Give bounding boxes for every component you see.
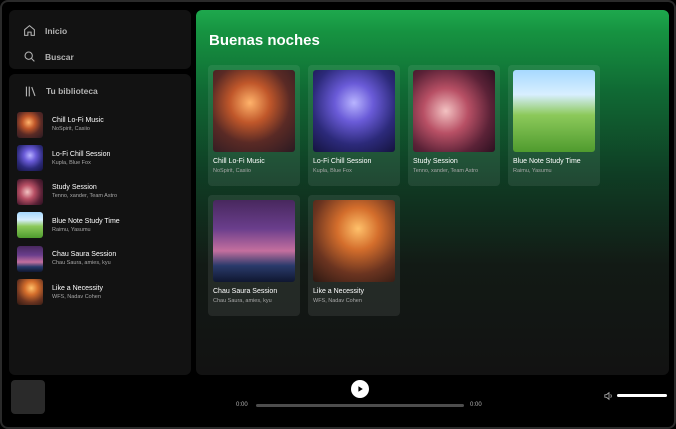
playlist-card-name: Lo-Fi Chill Session [313, 158, 372, 165]
page-title: Buenas noches [209, 32, 320, 49]
playlist-card-name: Chill Lo-Fi Music [213, 158, 265, 165]
play-icon [358, 386, 363, 392]
nav-search[interactable]: Buscar [23, 45, 177, 68]
library-item-artists: Kupla, Blue Fox [52, 159, 91, 166]
library-item[interactable]: Chau Saura Session Chau Saura, amies, ky… [17, 242, 183, 276]
main-view: Buenas noches Chill Lo-Fi Music NoSpirit… [196, 10, 669, 375]
library-item[interactable]: Blue Note Study Time Raimu, Yasumu [17, 209, 183, 243]
nav-panel: Inicio Buscar [9, 10, 191, 69]
library-item-name: Study Session [52, 184, 97, 192]
time-total: 0:00 [470, 402, 482, 408]
now-playing-cover [11, 380, 45, 414]
library-item-artists: NoSpirit, Casiio [52, 126, 90, 133]
library-item[interactable]: Study Session Tenno, xander, Team Astro [17, 175, 183, 209]
playlist-card[interactable]: Chau Saura Session Chau Saura, amies, ky… [208, 195, 300, 316]
nav-home-label: Inicio [45, 25, 68, 36]
playlist-card-name: Chau Saura Session [213, 288, 278, 295]
playlist-card-artists: Tenno, xander, Team Astro [413, 168, 479, 174]
playlist-card-cover [313, 200, 395, 282]
player-bar: 0:00 0:00 [0, 376, 676, 429]
library-item[interactable]: Lo-Fi Chill Session Kupla, Blue Fox [17, 142, 183, 176]
library-item-cover [17, 145, 43, 172]
playlist-card-artists: WFS, Nadav Cohen [313, 298, 362, 304]
library-item-cover [17, 245, 43, 272]
playlist-card-cover [213, 70, 295, 152]
library-item-cover [17, 279, 43, 306]
search-icon [24, 51, 35, 62]
progress-bar[interactable] [256, 404, 464, 407]
playlist-card-cover [213, 200, 295, 282]
library-item-cover [17, 178, 43, 205]
nav-search-label: Buscar [45, 51, 74, 62]
library-item-name: Chau Saura Session [52, 251, 117, 259]
library-item-name: Chill Lo-Fi Music [52, 117, 104, 125]
playlist-card-name: Blue Note Study Time [513, 158, 581, 165]
playlist-card-artists: Kupla, Blue Fox [313, 168, 352, 174]
playlist-card-artists: NoSpirit, Casiio [213, 168, 251, 174]
library-item[interactable]: Like a Necessity WFS, Nadav Cohen [17, 276, 183, 310]
library-item-name: Blue Note Study Time [52, 217, 120, 225]
library-item-name: Like a Necessity [52, 284, 103, 292]
library-item-artists: Tenno, xander, Team Astro [52, 193, 118, 200]
library-item-artists: Raimu, Yasumu [52, 226, 91, 233]
library-item-artists: Chau Saura, amies, kyu [52, 260, 111, 267]
library-header[interactable]: Tu biblioteca [17, 82, 183, 100]
library-panel: Tu biblioteca Chill Lo-Fi Music NoSpirit… [9, 74, 191, 375]
playlist-card[interactable]: Chill Lo-Fi Music NoSpirit, Casiio [208, 65, 300, 186]
library-item-name: Lo-Fi Chill Session [52, 150, 111, 158]
volume-icon[interactable] [604, 391, 614, 401]
play-button[interactable] [351, 380, 369, 398]
library-item-artists: WFS, Nadav Cohen [52, 293, 101, 300]
home-icon [24, 24, 35, 36]
nav-home[interactable]: Inicio [23, 19, 177, 42]
library-item-cover [17, 212, 43, 239]
playlist-grid: Chill Lo-Fi Music NoSpirit, Casiio Lo-Fi… [208, 65, 657, 316]
library-icon [25, 86, 36, 96]
playlist-card-name: Study Session [413, 158, 458, 165]
library-title: Tu biblioteca [46, 86, 98, 96]
playlist-card[interactable]: Lo-Fi Chill Session Kupla, Blue Fox [308, 65, 400, 186]
playlist-card[interactable]: Blue Note Study Time Raimu, Yasumu [508, 65, 600, 186]
playlist-card[interactable]: Study Session Tenno, xander, Team Astro [408, 65, 500, 186]
playlist-card-name: Like a Necessity [313, 288, 364, 295]
playlist-card-cover [513, 70, 595, 152]
library-item-cover [17, 111, 43, 138]
playlist-card-cover [413, 70, 495, 152]
volume-slider[interactable] [617, 394, 667, 397]
playlist-card[interactable]: Like a Necessity WFS, Nadav Cohen [308, 195, 400, 316]
playlist-card-cover [313, 70, 395, 152]
time-elapsed: 0:00 [236, 402, 248, 408]
library-list: Chill Lo-Fi Music NoSpirit, Casiio Lo-Fi… [17, 108, 183, 309]
playlist-card-artists: Raimu, Yasumu [513, 168, 552, 174]
library-item[interactable]: Chill Lo-Fi Music NoSpirit, Casiio [17, 108, 183, 142]
playlist-card-artists: Chau Saura, amies, kyu [213, 298, 272, 304]
